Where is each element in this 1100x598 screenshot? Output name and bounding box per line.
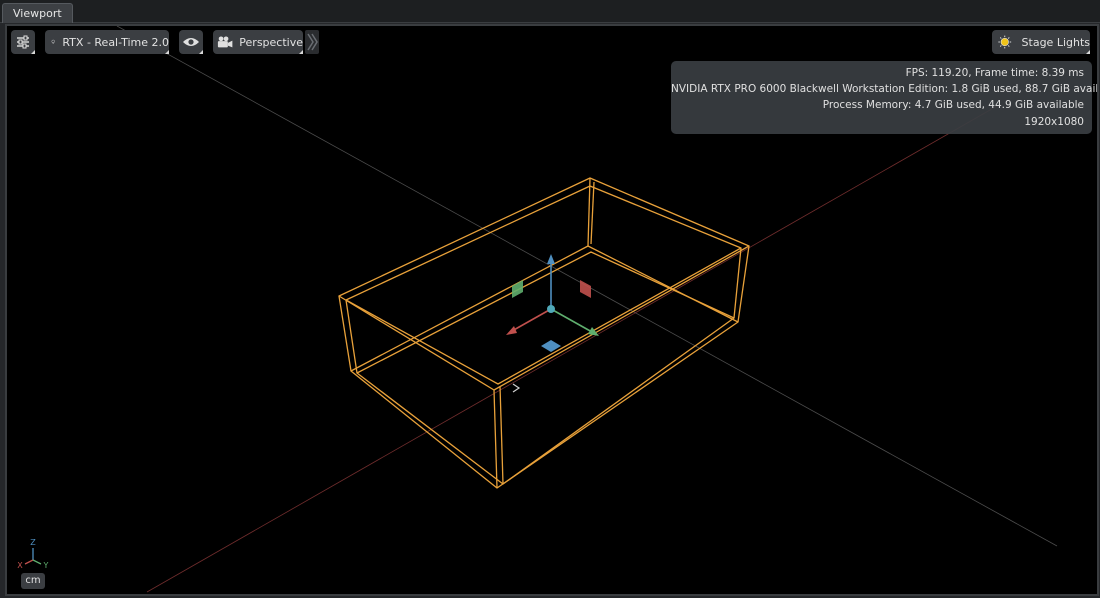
camera-menu-button[interactable]: Perspective bbox=[213, 30, 303, 54]
renderer-label: RTX - Real-Time 2.0 bbox=[62, 35, 169, 49]
visibility-button[interactable] bbox=[179, 30, 203, 54]
tab-viewport[interactable]: Viewport bbox=[2, 3, 73, 23]
gizmo-y-axis[interactable] bbox=[550, 308, 593, 333]
axis-y-label: Y bbox=[43, 561, 49, 570]
tab-bar: Viewport bbox=[0, 0, 1100, 23]
eye-icon bbox=[183, 38, 199, 46]
camera-label: Perspective bbox=[239, 35, 303, 49]
selection-bounding-box[interactable] bbox=[338, 177, 750, 489]
resolution-readout: 1920x1080 bbox=[1024, 115, 1084, 128]
transform-gizmo[interactable] bbox=[506, 254, 599, 352]
axis-x-label: X bbox=[17, 561, 23, 570]
axis-orientation-gizmo: Z X Y bbox=[17, 538, 49, 570]
settings-button[interactable] bbox=[11, 30, 35, 54]
movie-camera-icon bbox=[217, 36, 233, 48]
gpu-memory-readout: NVIDIA RTX PRO 6000 Blackwell Workstatio… bbox=[671, 83, 1099, 96]
lightbulb-icon bbox=[51, 39, 55, 44]
process-memory-readout: Process Memory: 4.7 GiB used, 44.9 GiB a… bbox=[822, 99, 1084, 112]
stage-lights-label: Stage Lights bbox=[1021, 35, 1090, 49]
viewport-window: Viewport RTX - Real-Time 2.0 Perspective… bbox=[0, 0, 1100, 598]
gizmo-plane-xz[interactable] bbox=[580, 280, 591, 298]
axis-z-label: Z bbox=[30, 538, 36, 547]
grid-axis-line-x bbox=[146, 105, 998, 593]
fps-readout: FPS: 119.20, Frame time: 8.39 ms bbox=[905, 67, 1084, 79]
double-chevron-right-icon[interactable] bbox=[305, 30, 319, 54]
gizmo-z-arrow[interactable] bbox=[547, 254, 555, 264]
units-badge[interactable]: cm bbox=[21, 573, 45, 589]
stage-lights-button[interactable]: Stage Lights bbox=[992, 30, 1090, 54]
sun-icon bbox=[998, 35, 1012, 49]
renderer-menu-button[interactable]: RTX - Real-Time 2.0 bbox=[45, 30, 169, 54]
gizmo-center[interactable] bbox=[547, 305, 555, 313]
gizmo-x-arrow[interactable] bbox=[506, 326, 517, 335]
light-marker-icon bbox=[512, 383, 521, 393]
viewport-canvas[interactable]: RTX - Real-Time 2.0 Perspective Stage Li… bbox=[5, 24, 1099, 596]
performance-stats-panel: FPS: 119.20, Frame time: 8.39 ms NVIDIA … bbox=[671, 61, 1099, 134]
gizmo-x-axis[interactable] bbox=[511, 308, 552, 332]
sliders-icon bbox=[17, 35, 29, 49]
